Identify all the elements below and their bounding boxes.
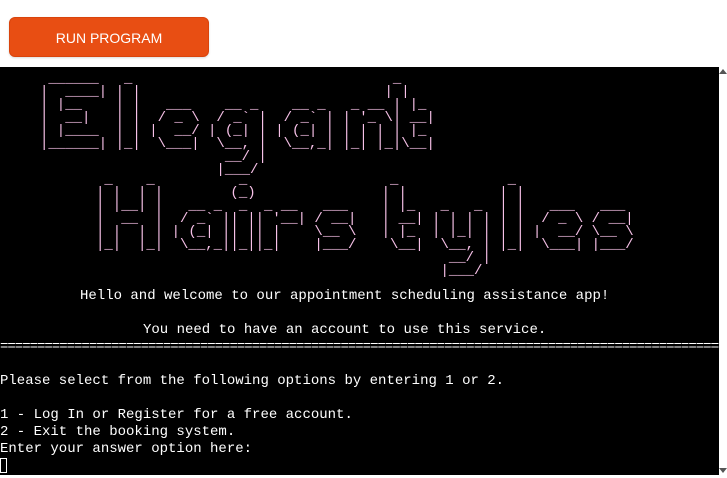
app-window: RUN PROGRAM ______ _ _ | ____| | | | | |… [0,0,727,478]
scroll-up-arrow-icon[interactable] [719,69,727,74]
input-cursor[interactable] [0,458,7,473]
banner-hairstyles: _ _ _ _ _ | | | | (_) | | | | | |__| | _… [96,172,634,279]
option-login-register: 1 - Log In or Register for a free accoun… [0,407,353,423]
select-prompt: Please select from the following options… [0,373,505,389]
divider-line: ========================================… [0,339,719,355]
option-exit: 2 - Exit the booking system. [0,424,236,440]
account-notice: You need to have an account to use this … [143,322,547,338]
answer-prompt: Enter your answer option here: [0,441,253,457]
terminal-scrollbar[interactable] [719,67,727,475]
scroll-down-arrow-icon[interactable] [719,468,727,473]
terminal[interactable]: ______ _ _ | ____| | | | | | |__ | | ___… [0,67,719,475]
banner-elegant: ______ _ _ | ____| | | | | | |__ | | ___… [40,71,435,178]
welcome-message: Hello and welcome to our appointment sch… [80,288,610,304]
run-program-button[interactable]: RUN PROGRAM [9,17,209,57]
